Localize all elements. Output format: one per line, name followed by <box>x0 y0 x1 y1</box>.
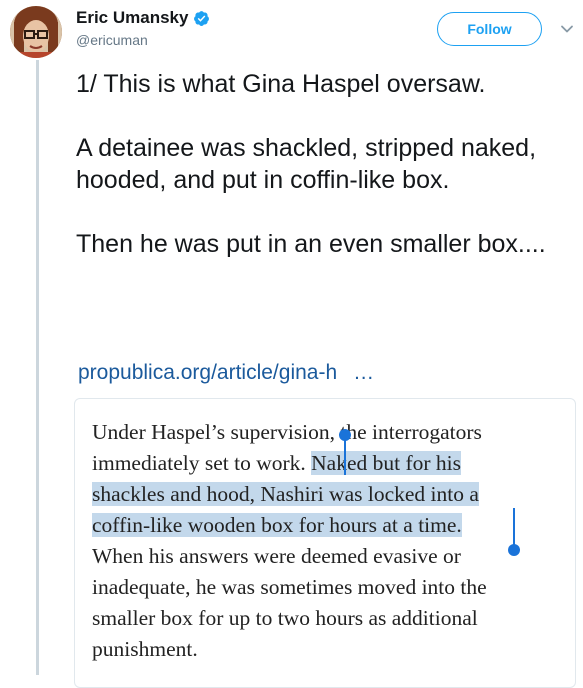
quote-line: punishment. <box>92 637 198 661</box>
article-link-text[interactable]: propublica.org/article/gina-h <box>78 361 337 384</box>
tweet-paragraph: A detainee was shackled, stripped naked,… <box>76 134 537 194</box>
quote-line: Under Haspel’s supervision, the interrog… <box>92 420 482 444</box>
display-name[interactable]: Eric Umansky <box>76 8 188 28</box>
follow-button[interactable]: Follow <box>437 12 542 46</box>
tweet-paragraph: 1/ This is what Gina Haspel oversaw. <box>76 70 486 98</box>
link-ellipsis: … <box>353 361 375 384</box>
quote-line: smaller box for up to two hours as addit… <box>92 606 478 630</box>
tweet-text: 1/ This is what Gina Haspel oversaw. A d… <box>76 68 566 292</box>
thread-connector-line <box>36 60 39 675</box>
selection-start-handle-icon[interactable] <box>338 428 352 476</box>
user-handle[interactable]: @ericuman <box>76 32 148 48</box>
quote-line: shackles and hood, Nashiri was locked in… <box>92 479 566 510</box>
tweet-paragraph: Then he was put in an even smaller box..… <box>76 230 546 258</box>
quote-line: immediately set to work. Naked but for h… <box>92 451 462 475</box>
quote-line: inadequate, he was sometimes moved into … <box>92 575 487 599</box>
chevron-down-icon[interactable] <box>560 22 574 36</box>
quote-text: Under Haspel’s supervision, the interrog… <box>92 417 566 665</box>
verified-badge-icon <box>194 10 210 26</box>
article-link[interactable]: propublica.org/article/gina-h … <box>78 361 374 385</box>
selected-text: Naked but for his <box>311 451 462 475</box>
selection-end-handle-icon[interactable] <box>507 508 521 558</box>
selected-text: shackles and hood, Nashiri was locked in… <box>92 482 479 506</box>
quote-line: coffin-like wooden box for hours at a ti… <box>92 510 566 541</box>
avatar[interactable] <box>10 6 62 58</box>
quote-line: When his answers were deemed evasive or <box>92 544 461 568</box>
selected-text: coffin-like wooden box for hours at a ti… <box>92 513 462 537</box>
